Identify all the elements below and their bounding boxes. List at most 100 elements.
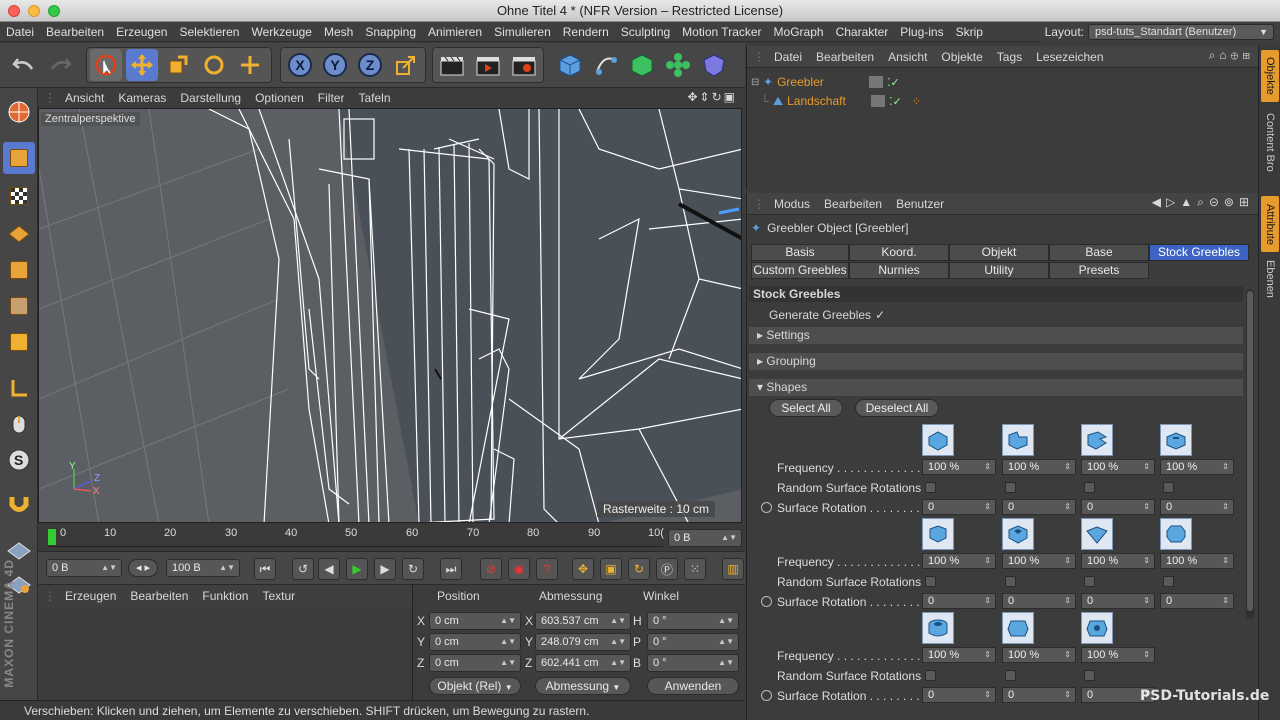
- attribute-menu-modus[interactable]: Modus: [767, 197, 817, 211]
- angle-b-field[interactable]: 0 ° ▲▼: [647, 654, 739, 672]
- spinner-icon[interactable]: ⇕: [984, 648, 991, 662]
- prev-key-button[interactable]: ↺: [292, 558, 314, 580]
- key-parameter-button[interactable]: Ⓟ: [656, 558, 678, 580]
- surface-rotation-field[interactable]: 0 ⇕: [1081, 593, 1155, 609]
- random-rotation-checkbox[interactable]: [1005, 576, 1016, 587]
- 3d-viewport[interactable]: Y Z X Zentralperspektive Rasterweite : 1…: [38, 108, 742, 523]
- frame-ruler[interactable]: 0 10 20 30 40 50 60 70 80 90 10(: [48, 527, 664, 547]
- material-menu-bearbeiten[interactable]: Bearbeiten: [123, 589, 195, 603]
- y-axis-lock-button[interactable]: Y: [319, 49, 351, 81]
- spinner-icon[interactable]: ⇕: [1143, 460, 1150, 474]
- greeble-shape-t[interactable]: [1160, 424, 1192, 456]
- frequency-field[interactable]: 100 % ⇕: [922, 553, 996, 569]
- spinner-icon[interactable]: ▲▼: [721, 530, 737, 546]
- greeble-shape-frame[interactable]: [1002, 518, 1034, 550]
- tab-ebenen-vertical[interactable]: Ebenen: [1261, 256, 1279, 302]
- texture-mode-button[interactable]: [3, 180, 35, 212]
- pos-y-field[interactable]: 0 cm ▲▼: [429, 633, 521, 651]
- frequency-field[interactable]: 100 % ⇕: [1160, 553, 1234, 569]
- surface-rotation-radio[interactable]: [761, 690, 772, 701]
- spinner-icon[interactable]: ▲▼: [500, 634, 516, 650]
- spinner-icon[interactable]: ▲▼: [500, 613, 516, 629]
- autokey-button[interactable]: ◉: [508, 558, 530, 580]
- layer-swatch-icon[interactable]: [869, 76, 884, 88]
- surface-rotation-radio[interactable]: [761, 502, 772, 513]
- menu-charakter[interactable]: Charakter: [830, 25, 895, 39]
- scale-tool-button[interactable]: [162, 49, 194, 81]
- rotate-tool-button[interactable]: [198, 49, 230, 81]
- viewport-menu-ansicht[interactable]: Ansicht: [58, 91, 111, 105]
- start-frame-field[interactable]: 0 B ▲▼: [46, 559, 122, 577]
- object-manager-icons[interactable]: ⌕⌂⊕⊞: [1209, 48, 1254, 63]
- spinner-icon[interactable]: ⇕: [1064, 460, 1071, 474]
- spinner-icon[interactable]: ⇕: [1143, 594, 1150, 608]
- greeble-shape-octagon[interactable]: [1160, 518, 1192, 550]
- object-menu-ansicht[interactable]: Ansicht: [881, 50, 934, 64]
- spinner-icon[interactable]: ⇕: [1064, 688, 1071, 702]
- deformer-button[interactable]: [698, 49, 730, 81]
- pos-z-field[interactable]: 0 cm ▲▼: [429, 654, 521, 672]
- go-to-start-button[interactable]: ⏮: [254, 558, 276, 580]
- size-mode-dropdown[interactable]: Abmessung ▼: [535, 677, 631, 695]
- spinner-icon[interactable]: ⇕: [984, 460, 991, 474]
- random-rotation-checkbox[interactable]: [1005, 482, 1016, 493]
- timeline-ruler[interactable]: 0 10 20 30 40 50 60 70 80 90 10( 0 B ▲▼: [38, 523, 745, 551]
- magnet-button[interactable]: [3, 488, 35, 520]
- tab-objekte-vertical[interactable]: Objekte: [1261, 50, 1279, 102]
- spinner-icon[interactable]: ▲▼: [500, 655, 516, 671]
- menu-simulieren[interactable]: Simulieren: [488, 25, 557, 39]
- model-mode-button[interactable]: [3, 142, 35, 174]
- key-scale-button[interactable]: ▣: [600, 558, 622, 580]
- frequency-field[interactable]: 100 % ⇕: [1081, 459, 1155, 475]
- attribute-menu-bearbeiten[interactable]: Bearbeiten: [817, 197, 889, 211]
- frequency-field[interactable]: 100 % ⇕: [1160, 459, 1234, 475]
- spinner-icon[interactable]: ⇕: [984, 688, 991, 702]
- viewport-menu-tafeln[interactable]: Tafeln: [351, 91, 397, 105]
- timeline-window-button[interactable]: ▥: [722, 558, 744, 580]
- frequency-field[interactable]: 100 % ⇕: [1002, 459, 1076, 475]
- viewport-nav-icons[interactable]: ✥⇕↻▣: [687, 90, 737, 104]
- menu-plugins[interactable]: Plug-ins: [894, 25, 949, 39]
- frequency-field[interactable]: 100 % ⇕: [922, 647, 996, 663]
- scrollbar-thumb[interactable]: [1247, 291, 1253, 611]
- tag-icon[interactable]: ⁘: [912, 95, 921, 108]
- array-button[interactable]: [662, 49, 694, 81]
- next-frame-button[interactable]: ▶: [374, 558, 396, 580]
- z-axis-lock-button[interactable]: Z: [354, 49, 386, 81]
- minimize-window-button[interactable]: [28, 5, 40, 17]
- surface-rotation-field[interactable]: 0 ⇕: [1160, 499, 1234, 515]
- greeble-shape-hex[interactable]: [922, 518, 954, 550]
- tab-content-browser-vertical[interactable]: Content Bro: [1261, 106, 1279, 178]
- spinner-icon[interactable]: ⇕: [984, 554, 991, 568]
- random-rotation-checkbox[interactable]: [1084, 576, 1095, 587]
- random-rotation-checkbox[interactable]: [1084, 482, 1095, 493]
- tweak-mode-button[interactable]: [3, 408, 35, 440]
- spinner-icon[interactable]: ⇕: [1143, 500, 1150, 514]
- menu-werkzeuge[interactable]: Werkzeuge: [245, 25, 317, 39]
- menu-snapping[interactable]: Snapping: [359, 25, 422, 39]
- polygons-mode-button[interactable]: [3, 326, 35, 358]
- frequency-field[interactable]: 100 % ⇕: [1002, 647, 1076, 663]
- zoom-window-button[interactable]: [48, 5, 60, 17]
- greeble-shape-box[interactable]: [922, 424, 954, 456]
- tab-nurnies[interactable]: Nurnies: [849, 262, 949, 279]
- size-z-field[interactable]: 602.441 cm ▲▼: [535, 654, 631, 672]
- spinner-icon[interactable]: ⇕: [1143, 554, 1150, 568]
- object-menu-objekte[interactable]: Objekte: [934, 50, 989, 64]
- random-rotation-checkbox[interactable]: [925, 482, 936, 493]
- tab-stock-greebles[interactable]: Stock Greebles: [1149, 244, 1249, 261]
- material-menu-funktion[interactable]: Funktion: [195, 589, 255, 603]
- object-menu-lesezeichen[interactable]: Lesezeichen: [1029, 50, 1110, 64]
- size-y-field[interactable]: 248.079 cm ▲▼: [535, 633, 631, 651]
- frequency-field[interactable]: 100 % ⇕: [1081, 647, 1155, 663]
- tab-koord[interactable]: Koord.: [849, 244, 949, 261]
- menu-skript[interactable]: Skrip: [950, 25, 989, 39]
- surface-rotation-field[interactable]: 0 ⇕: [1002, 499, 1076, 515]
- menu-motion-tracker[interactable]: Motion Tracker: [676, 25, 767, 39]
- menu-mesh[interactable]: Mesh: [318, 25, 359, 39]
- menu-selektieren[interactable]: Selektieren: [173, 25, 245, 39]
- spinner-icon[interactable]: ⇕: [1064, 554, 1071, 568]
- redo-button[interactable]: [44, 49, 76, 81]
- tree-item-greebler[interactable]: ⊟ ✦ Greebler ⁚✓: [751, 73, 1111, 91]
- spinner-icon[interactable]: ⇕: [984, 594, 991, 608]
